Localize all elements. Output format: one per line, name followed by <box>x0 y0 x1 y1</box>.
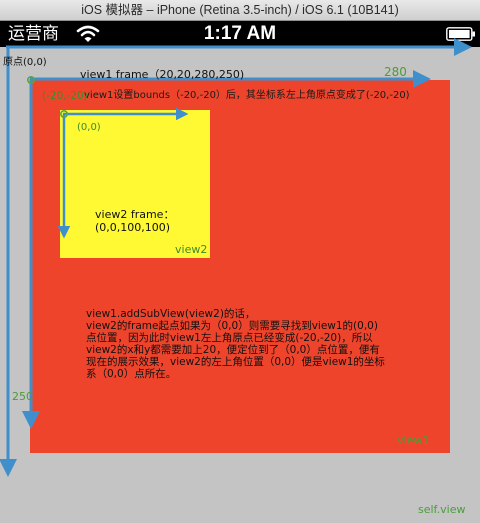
negative-origin-label: (-20,-20) <box>42 90 88 102</box>
explanation-line: view2的x和y都需要加上20，便定位到了（0,0）点位置，便有 <box>86 344 380 356</box>
view2-name-label: view2 <box>175 243 208 256</box>
height-label: 250 <box>12 390 33 403</box>
explanation-line: 点位置，因为此时view1左上角原点已经变成(-20,-20)，所以 <box>86 332 373 344</box>
view1-frame-label: view1 frame（20,20,280,250) <box>80 68 245 81</box>
bounds-note: view1设置bounds（-20,-20）后，其坐标系左上角原点变成了(-20… <box>84 90 410 101</box>
width-label: 280 <box>384 65 407 79</box>
view2-frame-label-line1: view2 frame： <box>95 208 175 221</box>
explanation-line: 现在的展示效果，view2的左上角位置（0,0）便是view1的坐标 <box>86 356 385 368</box>
explanation-text: view1.addSubView(view2)的话， view2的frame起点… <box>86 308 426 380</box>
view1-name-label: view1 <box>397 434 430 447</box>
zero-origin-label: (0,0) <box>77 122 101 133</box>
explanation-line: view1.addSubView(view2)的话， <box>86 308 256 320</box>
view2-frame-label-line2: (0,0,100,100) <box>95 221 171 234</box>
origin-label: 原点(0,0) <box>3 57 47 68</box>
explanation-line: 系（0,0）点所在。 <box>86 368 177 380</box>
explanation-line: view2的frame起点如果为（0,0）则需要寻找到view1的(0,0) <box>86 320 378 332</box>
simulator-screen: iOS 模拟器 – iPhone (Retina 3.5-inch) / iOS… <box>0 0 480 523</box>
selfview-name-label: self.view <box>418 503 466 516</box>
